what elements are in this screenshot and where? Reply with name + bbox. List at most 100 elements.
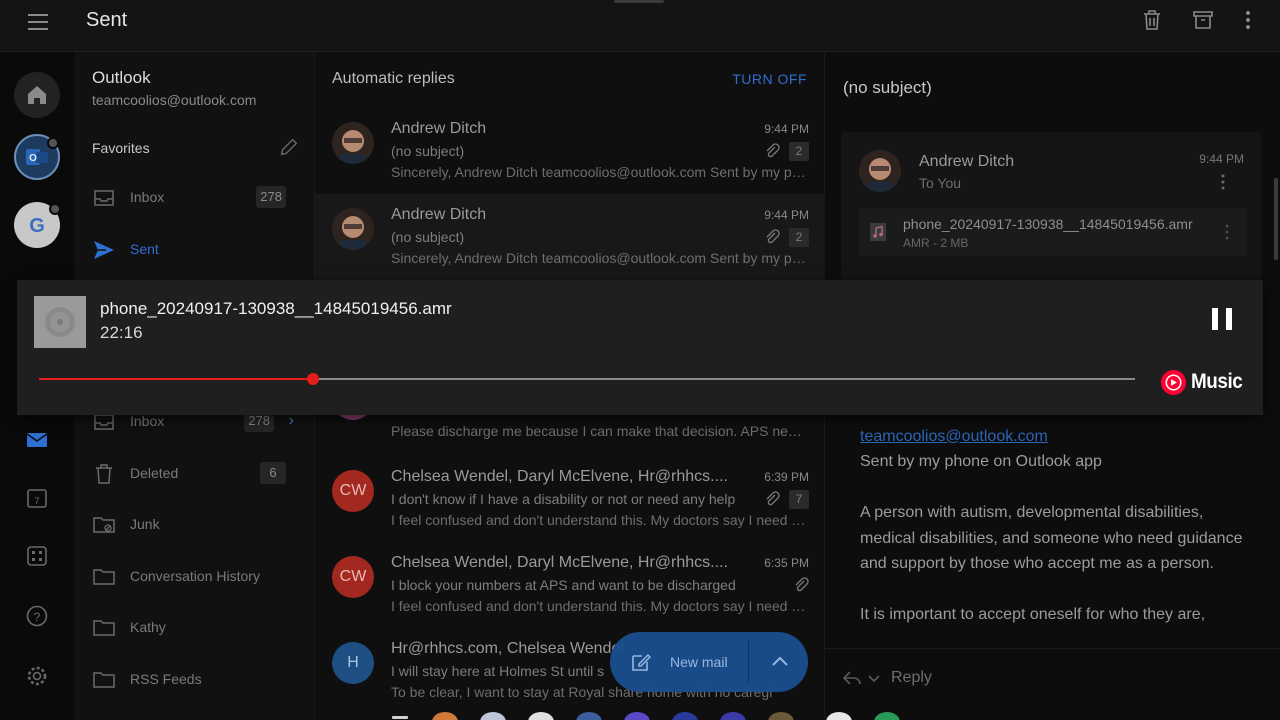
home-button[interactable] [14,72,60,118]
list-item[interactable]: CW Chelsea Wendel, Daryl McElvene, Hr@rh… [315,456,826,542]
new-mail-button[interactable]: New mail [610,632,808,692]
trash-icon[interactable] [1140,8,1164,32]
inbox-icon [94,190,114,206]
folder-junk[interactable]: Junk [74,505,314,545]
edit-pencil-icon[interactable] [278,136,300,158]
folder-label: Sent [130,241,159,257]
more-vertical-icon[interactable] [1215,172,1231,192]
email-link[interactable]: teamcoolios@outlook.com [860,424,1260,450]
avatar: CW [332,556,374,598]
folder-label: RSS Feeds [130,671,202,687]
folder-label: Junk [130,516,160,532]
dock-app[interactable] [720,712,746,720]
list-item[interactable]: Andrew Ditch 9:44 PM (no subject) 2 Sinc… [315,194,826,280]
attachment-icon [766,229,780,244]
hamburger-menu-icon[interactable] [26,10,50,34]
attachment-card[interactable]: phone_20240917-130938__14845019456.amr A… [859,208,1247,256]
archive-icon[interactable] [1191,8,1215,32]
message-sender: Chelsea Wendel, Daryl McElvene, Hr@rhhcs… [391,468,728,485]
list-item[interactable]: Andrew Ditch 9:44 PM (no subject) 2 Sinc… [315,108,826,194]
message-preview: I feel confused and don't understand thi… [391,598,809,614]
youtube-music-logo: Music [1160,368,1248,396]
dock-app[interactable] [768,712,794,720]
sender-name: Andrew Ditch [919,153,1015,170]
dock-app[interactable] [826,712,852,720]
turn-off-button[interactable]: TURN OFF [732,71,807,87]
dock-app[interactable] [874,712,900,720]
folder-kathy[interactable]: Kathy [74,608,314,648]
folder-icon [93,620,115,636]
junk-folder-icon [93,517,115,533]
svg-text:?: ? [34,610,41,624]
track-title: phone_20240917-130938__14845019456.amr [100,299,452,318]
album-art [34,296,86,348]
avatar [332,122,374,164]
attachment-icon [795,577,809,592]
dock-app[interactable] [672,712,698,720]
avatar: H [332,642,374,684]
recipient-line: To You [919,175,962,191]
svg-text:O: O [29,153,37,164]
settings-icon[interactable] [25,664,49,688]
more-vertical-icon[interactable] [1236,8,1260,32]
new-mail-label: New mail [670,654,728,670]
dock-app[interactable] [432,712,458,720]
folder-conversation-history[interactable]: Conversation History [74,557,314,597]
seek-progress [39,378,313,380]
chevron-down-icon[interactable] [867,671,881,685]
message-preview: I feel confused and don't understand thi… [391,512,809,528]
send-icon [94,241,114,259]
folder-sent[interactable]: Sent [74,230,314,270]
track-time: 22:16 [100,323,143,342]
message-sender: Chelsea Wendel, Daryl McElvene, Hr@rhhcs… [391,554,728,571]
avatar [859,150,901,192]
attachment-name: phone_20240917-130938__14845019456.amr [903,216,1193,232]
email-body: Andrew Ditch teamcoolios@outlook.com Sen… [860,398,1260,628]
apps-icon[interactable] [25,544,49,568]
outlook-account[interactable]: O [14,134,60,180]
message-card: Andrew Ditch To You 9:44 PM phone_202409… [841,132,1261,280]
help-icon[interactable]: ? [25,604,49,628]
dock-app[interactable] [624,712,650,720]
avatar [332,208,374,250]
list-item[interactable]: CW Chelsea Wendel, Daryl McElvene, Hr@rh… [315,542,826,628]
avatar: CW [332,470,374,512]
seek-bar[interactable] [39,373,1135,385]
folder-deleted[interactable]: Deleted 6 [74,454,314,494]
brand-label: Music [1191,370,1243,393]
seek-handle[interactable] [307,373,319,385]
calendar-icon[interactable]: 7 [25,486,49,510]
more-vertical-icon[interactable] [1219,222,1235,242]
fab-divider [748,640,749,684]
account-name: Outlook [92,68,151,87]
dock-app[interactable] [576,712,602,720]
audio-file-icon [870,223,886,241]
chevron-up-icon[interactable] [768,650,792,674]
thread-count-badge: 2 [789,228,809,247]
folder-label: Conversation History [130,568,260,584]
dock-app[interactable] [528,712,554,720]
folder-label: Inbox [130,189,165,205]
folder-rss-feeds[interactable]: RSS Feeds [74,660,314,700]
message-sender: Andrew Ditch [391,120,487,137]
favorites-header: Favorites [92,140,150,156]
pause-icon[interactable] [1209,306,1235,332]
message-preview: Sincerely, Andrew Ditch teamcoolios@outl… [391,164,809,180]
scrollbar[interactable] [1274,178,1278,260]
body-paragraph: It is important to accept oneself for wh… [860,606,1206,623]
folder-label: Deleted [130,465,179,481]
automatic-replies-banner: Automatic replies [332,70,455,87]
folder-inbox-favorite[interactable]: Inbox 278 [74,178,314,218]
thread-count-badge: 7 [789,490,809,509]
mail-icon[interactable] [25,428,49,452]
message-preview: Sincerely, Andrew Ditch teamcoolios@outl… [391,250,809,266]
message-subject: I will stay here at Holmes St until s [391,663,605,679]
message-preview: Please discharge me because I can make t… [391,423,809,439]
youtube-music-icon [1160,369,1187,395]
sent-by-line: Sent by my phone on Outlook app [860,453,1102,470]
attachment-icon [766,143,780,158]
google-account[interactable]: G [14,202,61,248]
dock-app[interactable] [480,712,506,720]
message-subject: I don't know if I have a disability or n… [391,491,736,507]
dock-app[interactable] [392,716,408,719]
